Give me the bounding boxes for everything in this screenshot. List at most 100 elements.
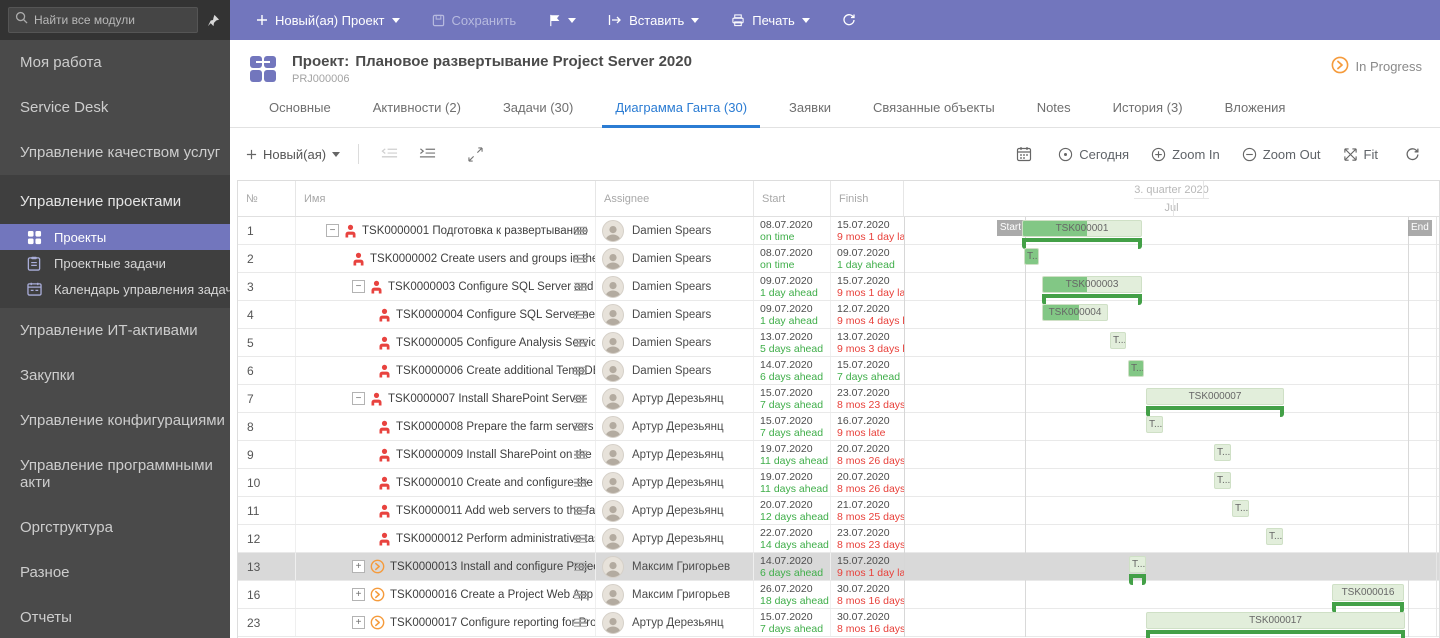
- tab-связанные-объекты[interactable]: Связанные объекты: [852, 100, 1016, 127]
- drag-handle-icon[interactable]: [574, 422, 587, 431]
- assignee-name[interactable]: Артур Дерезьянц: [632, 449, 724, 461]
- task-name-link[interactable]: TSK0000013 Install and configure Project…: [390, 561, 595, 573]
- print-button[interactable]: Печать: [719, 0, 822, 40]
- assignee-name[interactable]: Damien Spears: [632, 365, 711, 377]
- gantt-bar[interactable]: TSK000007: [1146, 388, 1284, 405]
- sidebar-item[interactable]: Закупки: [0, 353, 230, 398]
- task-name-link[interactable]: TSK0000017 Configure reporting for Proje…: [390, 617, 595, 629]
- tab-основные[interactable]: Основные: [248, 100, 352, 127]
- drag-handle-icon[interactable]: [574, 506, 587, 515]
- gantt-bar[interactable]: T...: [1024, 248, 1039, 265]
- collapse-icon[interactable]: −: [352, 392, 365, 405]
- task-name-link[interactable]: TSK0000001 Подготовка к развертыванию: [362, 225, 595, 237]
- calendar-icon[interactable]: [1012, 142, 1036, 166]
- sidebar-item[interactable]: Управление ИТ-активами: [0, 308, 230, 353]
- tab-вложения[interactable]: Вложения: [1204, 100, 1307, 127]
- task-name-link[interactable]: TSK0000010 Create and configure the farm: [396, 477, 595, 489]
- gantt-bar[interactable]: T...: [1110, 332, 1126, 349]
- assignee-name[interactable]: Артур Дерезьянц: [632, 533, 724, 545]
- zoom-out-button[interactable]: Zoom Out: [1242, 147, 1321, 162]
- sidebar-item[interactable]: Service Desk: [0, 85, 230, 130]
- status-badge[interactable]: In Progress: [1331, 56, 1422, 77]
- task-name-link[interactable]: TSK0000002 Create users and groups in th…: [370, 253, 595, 265]
- column-header-name[interactable]: Имя: [296, 181, 596, 216]
- tab-notes[interactable]: Notes: [1016, 100, 1092, 127]
- assignee-name[interactable]: Damien Spears: [632, 281, 711, 293]
- gantt-bar[interactable]: TSK000004: [1042, 304, 1108, 321]
- assignee-name[interactable]: Артур Дерезьянц: [632, 393, 724, 405]
- gantt-bar[interactable]: TSK000016: [1332, 584, 1404, 601]
- drag-handle-icon[interactable]: [574, 282, 587, 291]
- flag-button[interactable]: [536, 0, 588, 40]
- assignee-name[interactable]: Damien Spears: [632, 253, 711, 265]
- gantt-bar[interactable]: TSK000003: [1042, 276, 1142, 293]
- tab-диаграмма-ганта-30-[interactable]: Диаграмма Ганта (30): [594, 100, 768, 128]
- module-search-input[interactable]: [34, 13, 174, 27]
- task-name-link[interactable]: TSK0000006 Create additional TempDB file…: [396, 365, 595, 377]
- column-header-assignee[interactable]: Assignee: [596, 181, 754, 216]
- assignee-name[interactable]: Damien Spears: [632, 225, 711, 237]
- assignee-name[interactable]: Максим Григорьев: [632, 589, 730, 601]
- task-name-link[interactable]: TSK0000007 Install SharePoint Server: [388, 393, 595, 405]
- drag-handle-icon[interactable]: [574, 254, 587, 263]
- new-project-button[interactable]: Новый(ая) Проект: [244, 0, 412, 40]
- column-header-finish[interactable]: Finish: [831, 181, 904, 216]
- outdent-icon[interactable]: [377, 142, 401, 166]
- task-name-link[interactable]: TSK0000004 Configure SQL Server network …: [396, 309, 595, 321]
- tab-активности-2-[interactable]: Активности (2): [352, 100, 482, 127]
- fit-button[interactable]: Fit: [1343, 147, 1378, 162]
- drag-handle-icon[interactable]: [574, 534, 587, 543]
- sidebar-item[interactable]: Отчеты: [0, 595, 230, 638]
- sidebar-item-sub[interactable]: Проектные задачи: [0, 250, 230, 276]
- drag-handle-icon[interactable]: [574, 590, 587, 599]
- task-name-link[interactable]: TSK0000008 Prepare the farm servers: [396, 421, 595, 433]
- sidebar-item[interactable]: Управление качеством услуг: [0, 130, 230, 175]
- sidebar-item[interactable]: Разное: [0, 550, 230, 595]
- insert-button[interactable]: Вставить: [596, 0, 711, 40]
- tab-заявки[interactable]: Заявки: [768, 100, 852, 127]
- gantt-bar[interactable]: T...: [1128, 360, 1144, 377]
- drag-handle-icon[interactable]: [574, 562, 587, 571]
- assignee-name[interactable]: Damien Spears: [632, 309, 711, 321]
- gantt-bar[interactable]: T...: [1266, 528, 1283, 545]
- pin-icon[interactable]: [204, 11, 222, 29]
- task-name-link[interactable]: TSK0000003 Configure SQL Server and Anal…: [388, 281, 595, 293]
- task-name-link[interactable]: TSK0000016 Create a Project Web App site: [390, 589, 595, 601]
- drag-handle-icon[interactable]: [574, 450, 587, 459]
- assignee-name[interactable]: Максим Григорьев: [632, 561, 730, 573]
- gantt-bar[interactable]: T...: [1146, 416, 1163, 433]
- tab-история-3-[interactable]: История (3): [1092, 100, 1204, 127]
- sidebar-item-sub[interactable]: Календарь управления задачами: [0, 276, 230, 302]
- gantt-bar[interactable]: T...: [1232, 500, 1249, 517]
- zoom-in-button[interactable]: Zoom In: [1151, 147, 1220, 162]
- indent-icon[interactable]: [415, 142, 439, 166]
- drag-handle-icon[interactable]: [574, 394, 587, 403]
- drag-handle-icon[interactable]: [574, 226, 587, 235]
- drag-handle-icon[interactable]: [574, 366, 587, 375]
- refresh-button[interactable]: [830, 0, 868, 40]
- sidebar-item-active-section[interactable]: Управление проектами: [0, 179, 230, 224]
- tab-задачи-30-[interactable]: Задачи (30): [482, 100, 594, 127]
- sidebar-item-selected[interactable]: Проекты: [0, 224, 230, 250]
- collapse-icon[interactable]: −: [326, 224, 339, 237]
- task-name-link[interactable]: TSK0000005 Configure Analysis Services f…: [396, 337, 595, 349]
- drag-handle-icon[interactable]: [574, 478, 587, 487]
- gantt-bar[interactable]: T...: [1214, 472, 1231, 489]
- assignee-name[interactable]: Damien Spears: [632, 337, 711, 349]
- column-header-start[interactable]: Start: [754, 181, 831, 216]
- drag-handle-icon[interactable]: [574, 310, 587, 319]
- assignee-name[interactable]: Артур Дерезьянц: [632, 617, 724, 629]
- expand-icon[interactable]: +: [352, 560, 365, 573]
- new-task-button[interactable]: Новый(ая): [246, 147, 341, 162]
- assignee-name[interactable]: Артур Дерезьянц: [632, 477, 724, 489]
- expand-icon[interactable]: +: [352, 588, 365, 601]
- assignee-name[interactable]: Артур Дерезьянц: [632, 421, 724, 433]
- task-name-link[interactable]: TSK0000012 Perform administrative tasks: [396, 533, 595, 545]
- task-name-link[interactable]: TSK0000009 Install SharePoint on the far…: [396, 449, 595, 461]
- expand-icon[interactable]: +: [352, 616, 365, 629]
- sidebar-item[interactable]: Оргструктура: [0, 505, 230, 550]
- sidebar-item[interactable]: Моя работа: [0, 40, 230, 85]
- collapse-icon[interactable]: −: [352, 280, 365, 293]
- module-search-box[interactable]: [8, 7, 198, 33]
- gantt-bar[interactable]: TSK000017: [1146, 612, 1405, 629]
